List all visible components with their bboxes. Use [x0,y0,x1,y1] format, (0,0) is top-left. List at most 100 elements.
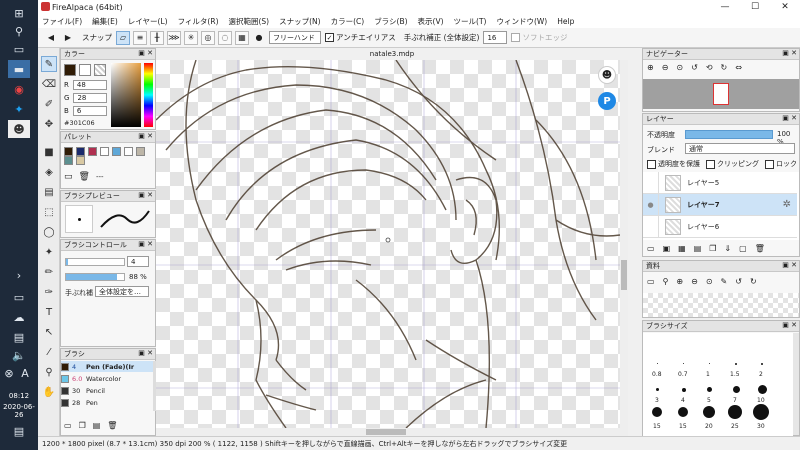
chevron-up-icon[interactable]: › [8,266,30,284]
panel-close-icon[interactable]: ▣ ✕ [782,261,797,269]
palette-swatch[interactable] [64,147,73,156]
canvas-horizontal-scrollbar[interactable] [156,428,628,436]
eraser-tool-icon[interactable]: ⌫ [41,76,57,92]
notification-x-icon[interactable]: ⊗ [2,364,16,382]
move-tool-icon[interactable]: ✥ [41,116,57,132]
new-brush-icon[interactable]: ▭ [64,421,72,430]
hand-tool-icon[interactable]: ✋ [41,384,57,400]
magic-wand-icon[interactable]: ✦ [41,244,57,260]
menu-snap[interactable]: スナップ(N) [279,16,320,27]
canvas-vertical-scrollbar[interactable] [620,60,628,428]
lock-checkbox[interactable] [765,159,774,169]
blur-tool-icon[interactable]: ⁄ [41,344,57,360]
eyedropper-tool-icon[interactable]: ⚲ [41,364,57,380]
panel-close-icon[interactable]: ▣ ✕ [138,132,153,140]
alpaca-mascot-icon[interactable]: ☻ [598,66,616,84]
drawing-canvas[interactable]: ☻ P [156,60,620,428]
snap-grid-icon[interactable]: ▦ [235,30,249,45]
transparent-color-swatch[interactable] [94,64,106,76]
windows-start-icon[interactable]: ⊞ [8,4,30,22]
delete-brush-icon[interactable]: 🗑 [107,421,117,430]
new-1bit-layer-icon[interactable]: ▦ [678,244,686,253]
close-icon[interactable]: ✕ [770,0,800,14]
brush-size-slider[interactable] [65,258,125,266]
panel-close-icon[interactable]: ▣ ✕ [138,240,153,248]
g-input[interactable]: 28 [73,93,108,103]
menu-edit[interactable]: 編集(E) [92,16,118,27]
protect-alpha-checkbox[interactable] [647,159,656,169]
panel-close-icon[interactable]: ▣ ✕ [782,321,797,329]
palette-swatch[interactable] [76,156,85,165]
layer-settings-gear-icon[interactable]: ✲ [783,199,791,210]
snap-settings-icon[interactable]: ● [252,31,266,45]
layer-row[interactable]: レイヤー6 [643,215,797,238]
task-view-icon[interactable]: ▭ [8,40,30,58]
rotate-right-icon[interactable]: ↻ [721,63,728,72]
clipping-checkbox[interactable] [706,159,715,169]
soft-edge-checkbox[interactable] [511,33,521,42]
menu-window[interactable]: ウィンドウ(W) [496,16,547,27]
layer-visibility-icon[interactable] [643,215,659,238]
action-center-icon[interactable]: ▤ [8,422,30,440]
minimize-icon[interactable]: — [710,0,740,14]
firealpaca-taskbar-icon[interactable]: ☻ [8,120,30,138]
patreon-icon[interactable]: P [598,92,616,110]
file-explorer-icon[interactable]: ▬ [8,60,30,78]
menu-help[interactable]: Help [557,17,574,26]
layer-row[interactable]: レイヤー5 [643,172,797,194]
b-input[interactable]: 6 [72,106,107,116]
document-tab[interactable]: natale3.mdp [156,48,628,60]
new-8bit-layer-icon[interactable]: ▣ [663,244,671,253]
duplicate-layer-icon[interactable]: ❐ [709,244,716,253]
palette-swatch[interactable] [64,156,73,165]
stabilizer-select[interactable]: 16 [483,31,508,44]
snap-vanish-icon[interactable]: ⋙ [167,30,181,45]
palette-swatch[interactable] [100,147,109,156]
snap-circle-icon[interactable]: ◎ [201,30,215,45]
palette-swatch[interactable] [136,147,145,156]
primary-color-swatch[interactable] [64,64,76,76]
zoom-out-icon[interactable]: ⊖ [662,63,669,72]
menu-file[interactable]: ファイル(F) [42,16,82,27]
new-folder-icon[interactable]: ▤ [694,244,702,253]
menu-view[interactable]: 表示(V) [418,16,444,27]
next-icon[interactable]: ▶ [61,31,75,45]
menu-filter[interactable]: フィルタ(R) [178,16,219,27]
fill-rect-icon[interactable]: ■ [41,144,57,160]
flip-icon[interactable]: ⇔ [735,63,742,72]
palette-swatch[interactable] [112,147,121,156]
chrome-icon[interactable]: ◉ [8,80,30,98]
duplicate-brush-icon[interactable]: ❐ [79,421,86,430]
ime-icon[interactable]: A [18,364,32,382]
antialias-checkbox[interactable]: ✓ [325,33,334,42]
layer-row-selected[interactable]: ● レイヤー7 ✲ [643,193,797,216]
panel-close-icon[interactable]: ▣ ✕ [138,49,153,57]
snap-curve-icon[interactable]: ◌ [218,30,232,45]
brush-item[interactable]: 30 Pencil [61,385,153,396]
secondary-color-swatch[interactable] [79,64,91,76]
lasso-tool-icon[interactable]: ◯ [41,224,57,240]
r-input[interactable]: 48 [72,80,107,90]
select-pen-icon[interactable]: ✏ [41,264,57,280]
menu-brush[interactable]: ブラシ(B) [374,16,407,27]
onedrive-icon[interactable]: ☁ [8,308,30,326]
brush-item[interactable]: 4 Pen (Fade)(Ir [61,361,153,372]
delete-palette-icon[interactable]: 🗑 [79,172,90,182]
zoom-fit-icon[interactable]: ⊙ [676,63,683,72]
menu-color[interactable]: カラー(C) [331,16,365,27]
prev-icon[interactable]: ◀ [44,31,58,45]
select-eraser-icon[interactable]: ✑ [41,284,57,300]
hex-value[interactable]: #301C06 [64,119,95,127]
material-zoom-in-icon[interactable]: ⊕ [676,277,683,286]
menu-tool[interactable]: ツール(T) [454,16,487,27]
new-layer-icon[interactable]: ▭ [647,244,655,253]
gradient-tool-icon[interactable]: ▤ [41,184,57,200]
add-palette-icon[interactable]: ▭ [64,172,73,182]
brush-item[interactable]: 6.0 Watercolor [61,373,153,384]
maximize-icon[interactable]: ☐ [740,0,770,14]
rotate-left-icon[interactable]: ↺ [691,63,698,72]
panel-close-icon[interactable]: ▣ ✕ [138,349,153,357]
brush-size-grid[interactable]: 0.8 0.7 1 1.5 2 3 4 5 7 10 15 15 20 25 3… [643,333,793,437]
palette-swatch[interactable] [88,147,97,156]
material-zoom-fit-icon[interactable]: ⊙ [706,277,713,286]
